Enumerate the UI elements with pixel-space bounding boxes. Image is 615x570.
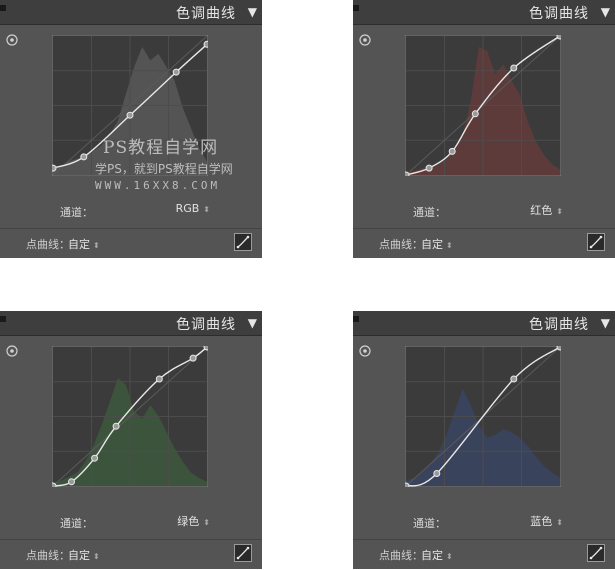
point-curve-value: 自定 xyxy=(421,238,443,251)
panel-header: 色调曲线 ▼ xyxy=(353,0,615,25)
channel-label: 通道： xyxy=(60,517,93,530)
point-curve-select[interactable]: 自定 ⬍ xyxy=(421,236,453,252)
channel-select[interactable]: 蓝色 ⬍ xyxy=(503,513,563,529)
target-adjust-icon[interactable] xyxy=(359,34,371,46)
channel-select[interactable]: 红色 ⬍ xyxy=(503,202,563,218)
target-adjust-icon[interactable] xyxy=(6,345,18,357)
up-down-arrows-icon: ⬍ xyxy=(556,207,563,216)
panel-header: 色调曲线 ▼ xyxy=(0,0,262,25)
point-curve-value: 自定 xyxy=(68,549,90,562)
curve-control-point[interactable] xyxy=(68,478,75,486)
curve-plot[interactable] xyxy=(52,346,208,487)
curve-control-point[interactable] xyxy=(172,68,180,76)
curve-control-point[interactable] xyxy=(556,35,561,40)
curve-control-point[interactable] xyxy=(52,482,57,487)
target-adjust-icon[interactable] xyxy=(6,34,18,46)
channel-label: 通道： xyxy=(413,517,446,530)
curve-control-point[interactable] xyxy=(433,470,441,477)
collapse-triangle-icon[interactable]: ▼ xyxy=(601,316,610,330)
channel-select[interactable]: RGB ⬍ xyxy=(150,202,210,218)
point-curve-select[interactable]: 自定 ⬍ xyxy=(68,236,100,252)
up-down-arrows-icon: ⬍ xyxy=(93,241,100,250)
curve-control-point[interactable] xyxy=(189,354,197,362)
panel-grip-icon[interactable] xyxy=(0,5,6,11)
tone-curve-panel-rgb: 色调曲线 ▼ 通道： RGB ⬍ 点曲线： 自定 ⬍ xyxy=(0,0,262,258)
curve-plot[interactable] xyxy=(405,35,561,176)
up-down-arrows-icon: ⬍ xyxy=(203,518,210,527)
curve-control-point[interactable] xyxy=(80,153,88,161)
edit-point-curve-button[interactable] xyxy=(587,544,605,562)
panel-title: 色调曲线 xyxy=(529,6,589,22)
curve-edit-icon xyxy=(236,235,250,249)
point-curve-select[interactable]: 自定 ⬍ xyxy=(68,547,100,563)
curve-control-point[interactable] xyxy=(405,482,410,487)
panel-grip-icon[interactable] xyxy=(353,5,359,11)
curve-control-point[interactable] xyxy=(556,346,561,351)
point-curve-label: 点曲线： xyxy=(379,549,423,562)
divider xyxy=(353,539,615,540)
point-curve-label: 点曲线： xyxy=(26,549,70,562)
edit-point-curve-button[interactable] xyxy=(234,544,252,562)
up-down-arrows-icon: ⬍ xyxy=(446,241,453,250)
curve-edit-icon xyxy=(236,546,250,560)
curve-control-point[interactable] xyxy=(155,375,163,383)
channel-label: 通道： xyxy=(413,206,446,219)
channel-value: RGB xyxy=(175,202,200,215)
collapse-triangle-icon[interactable]: ▼ xyxy=(601,5,610,19)
up-down-arrows-icon: ⬍ xyxy=(203,205,210,214)
collapse-triangle-icon[interactable]: ▼ xyxy=(248,316,257,330)
curve-control-point[interactable] xyxy=(510,375,518,383)
point-curve-label: 点曲线： xyxy=(26,238,70,251)
curve-control-point[interactable] xyxy=(203,40,208,48)
tone-curve-panel-blue: 色调曲线 ▼ 通道： 蓝色 ⬍ 点曲线： 自定 ⬍ xyxy=(353,311,615,569)
panel-title: 色调曲线 xyxy=(176,317,236,333)
divider xyxy=(0,539,262,540)
up-down-arrows-icon: ⬍ xyxy=(93,552,100,561)
channel-value: 绿色 xyxy=(177,515,200,528)
tone-curve-panel-green: 色调曲线 ▼ 通道： 绿色 ⬍ 点曲线： 自定 ⬍ xyxy=(0,311,262,569)
up-down-arrows-icon: ⬍ xyxy=(556,518,563,527)
divider xyxy=(353,228,615,229)
panel-title: 色调曲线 xyxy=(176,6,236,22)
channel-value: 红色 xyxy=(530,204,553,217)
target-adjust-icon[interactable] xyxy=(359,345,371,357)
channel-value: 蓝色 xyxy=(530,515,553,528)
curve-graph[interactable] xyxy=(52,346,208,487)
curve-control-point[interactable] xyxy=(448,147,456,155)
divider xyxy=(0,228,262,229)
point-curve-label: 点曲线： xyxy=(379,238,423,251)
panel-header: 色调曲线 ▼ xyxy=(0,311,262,336)
up-down-arrows-icon: ⬍ xyxy=(446,552,453,561)
curve-control-point[interactable] xyxy=(471,110,479,118)
curve-edit-icon xyxy=(589,546,603,560)
curve-control-point[interactable] xyxy=(126,111,134,119)
curve-plot[interactable] xyxy=(405,346,561,487)
curve-graph[interactable] xyxy=(405,35,561,176)
panel-grip-icon[interactable] xyxy=(353,316,359,322)
panel-title: 色调曲线 xyxy=(529,317,589,333)
curve-edit-icon xyxy=(589,235,603,249)
curve-control-point[interactable] xyxy=(52,164,57,172)
panel-header: 色调曲线 ▼ xyxy=(353,311,615,336)
channel-label: 通道： xyxy=(60,206,93,219)
panel-grip-icon[interactable] xyxy=(0,316,6,322)
edit-point-curve-button[interactable] xyxy=(234,233,252,251)
point-curve-select[interactable]: 自定 ⬍ xyxy=(421,547,453,563)
point-curve-value: 自定 xyxy=(421,549,443,562)
curve-control-point[interactable] xyxy=(203,346,208,351)
curve-control-point[interactable] xyxy=(91,454,99,462)
point-curve-value: 自定 xyxy=(68,238,90,251)
curve-graph[interactable] xyxy=(52,35,208,176)
curve-graph[interactable] xyxy=(405,346,561,487)
curve-control-point[interactable] xyxy=(510,64,518,72)
tone-curve-panel-red: 色调曲线 ▼ 通道： 红色 ⬍ 点曲线： 自定 ⬍ xyxy=(353,0,615,258)
channel-select[interactable]: 绿色 ⬍ xyxy=(150,513,210,529)
curve-control-point[interactable] xyxy=(112,422,120,430)
collapse-triangle-icon[interactable]: ▼ xyxy=(248,5,257,19)
curve-plot[interactable] xyxy=(52,35,208,176)
curve-control-point[interactable] xyxy=(425,164,433,172)
edit-point-curve-button[interactable] xyxy=(587,233,605,251)
curve-control-point[interactable] xyxy=(405,171,410,176)
